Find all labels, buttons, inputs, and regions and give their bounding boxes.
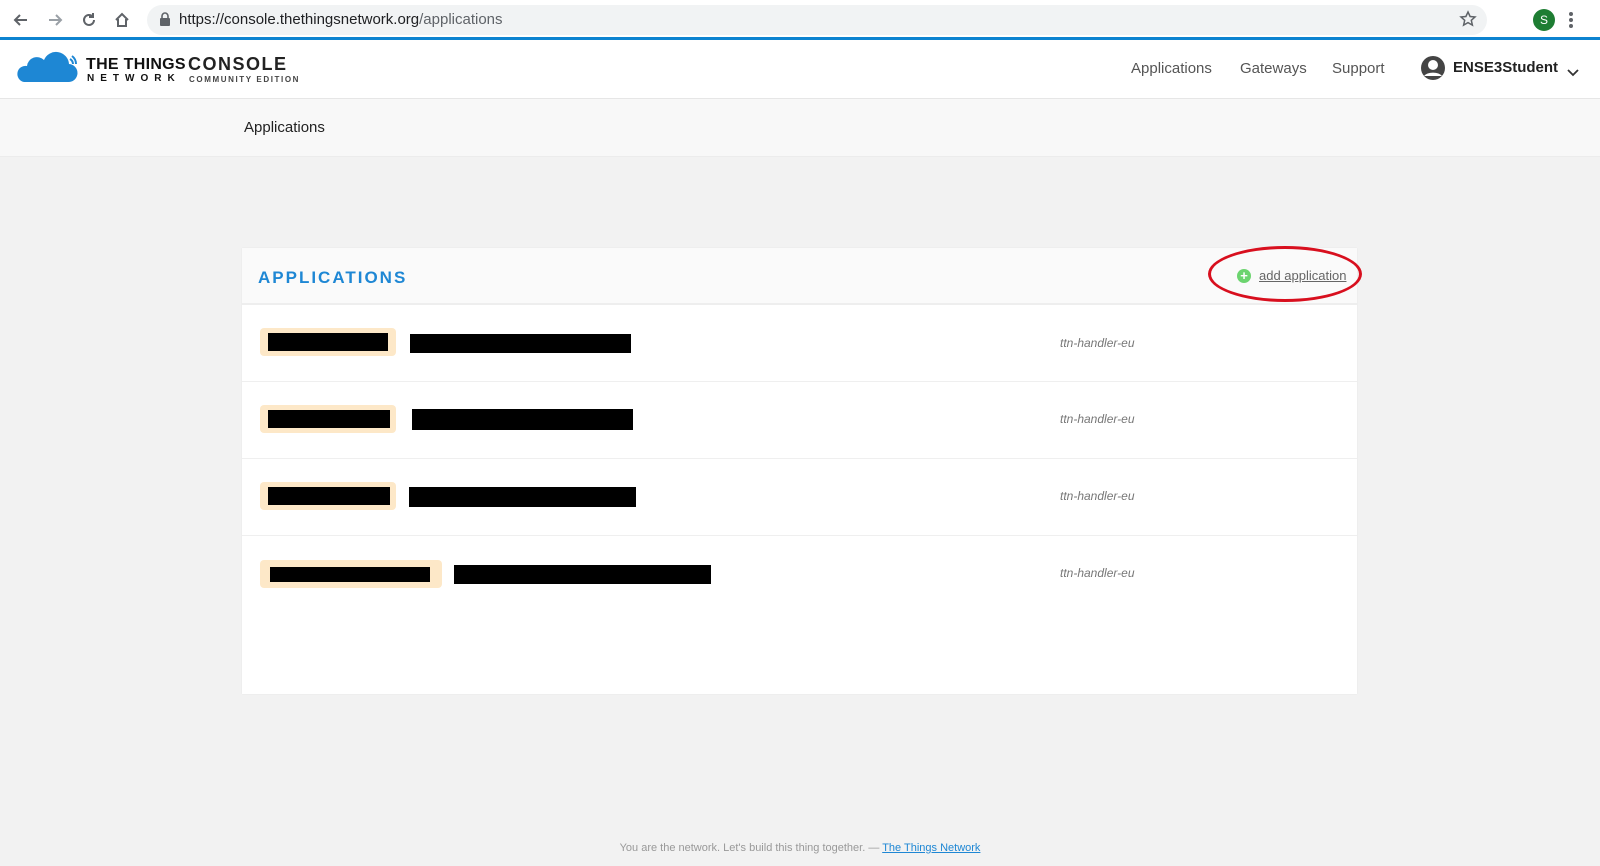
- handler-label: ttn-handler-eu: [1060, 412, 1135, 426]
- lock-icon: [159, 12, 171, 31]
- footer-text: You are the network. Let's build this th…: [619, 842, 883, 854]
- breadcrumb: Applications: [0, 99, 1600, 157]
- redacted-app-id: [270, 567, 430, 582]
- handler-label: ttn-handler-eu: [1060, 489, 1135, 503]
- app-id-badge[interactable]: [260, 482, 396, 510]
- table-row[interactable]: ttn-handler-eu: [242, 536, 1357, 613]
- nav-applications[interactable]: Applications: [1131, 60, 1212, 77]
- table-row[interactable]: ttn-handler-eu: [242, 459, 1357, 536]
- redacted-app-id: [268, 333, 388, 351]
- username[interactable]: ENSE3Student: [1453, 59, 1558, 76]
- browser-toolbar: https://console.thethingsnetwork.org/app…: [0, 0, 1600, 40]
- app-header: THE THINGS NETWORK CONSOLE COMMUNITY EDI…: [0, 40, 1600, 99]
- brand-subname: NETWORK: [87, 73, 181, 84]
- chevron-down-icon[interactable]: [1567, 64, 1579, 82]
- redacted-app-description: [454, 565, 711, 584]
- console-subtitle: COMMUNITY EDITION: [189, 75, 301, 84]
- app-id-badge[interactable]: [260, 328, 396, 356]
- redacted-app-description: [412, 409, 633, 430]
- annotation-highlight-oval: [1208, 246, 1362, 302]
- redacted-app-description: [409, 487, 636, 507]
- redacted-app-id: [268, 487, 390, 505]
- profile-avatar[interactable]: S: [1533, 9, 1555, 31]
- redacted-app-id: [268, 410, 390, 428]
- breadcrumb-item-applications: Applications: [244, 119, 325, 136]
- bookmark-star-icon[interactable]: [1459, 10, 1477, 33]
- footer-ttn-link[interactable]: The Things Network: [882, 842, 980, 854]
- card-title: APPLICATIONS: [258, 268, 408, 287]
- app-id-badge[interactable]: [260, 405, 396, 433]
- user-avatar-icon[interactable]: [1420, 55, 1446, 86]
- reload-icon[interactable]: [77, 8, 101, 32]
- forward-icon[interactable]: [43, 8, 67, 32]
- nav-support[interactable]: Support: [1332, 60, 1385, 77]
- home-icon[interactable]: [110, 8, 134, 32]
- console-title: CONSOLE: [188, 54, 288, 74]
- table-row[interactable]: ttn-handler-eu: [242, 305, 1357, 382]
- brand-name: THE THINGS: [86, 56, 186, 73]
- handler-label: ttn-handler-eu: [1060, 336, 1135, 350]
- back-icon[interactable]: [9, 8, 33, 32]
- redacted-app-description: [410, 334, 631, 353]
- address-bar[interactable]: https://console.thethingsnetwork.org/app…: [147, 5, 1487, 35]
- card-header: APPLICATIONS + add application: [242, 246, 1362, 305]
- handler-label: ttn-handler-eu: [1060, 566, 1135, 580]
- table-row[interactable]: ttn-handler-eu: [242, 382, 1357, 459]
- ttn-logo-icon[interactable]: [14, 50, 80, 91]
- applications-card: APPLICATIONS + add application ttn-handl…: [242, 246, 1362, 694]
- nav-gateways[interactable]: Gateways: [1240, 60, 1307, 77]
- footer: You are the network. Let's build this th…: [0, 842, 1600, 854]
- url-text: https://console.thethingsnetwork.org/app…: [179, 11, 503, 28]
- browser-menu-icon[interactable]: [1568, 9, 1574, 36]
- app-id-badge[interactable]: [260, 560, 442, 588]
